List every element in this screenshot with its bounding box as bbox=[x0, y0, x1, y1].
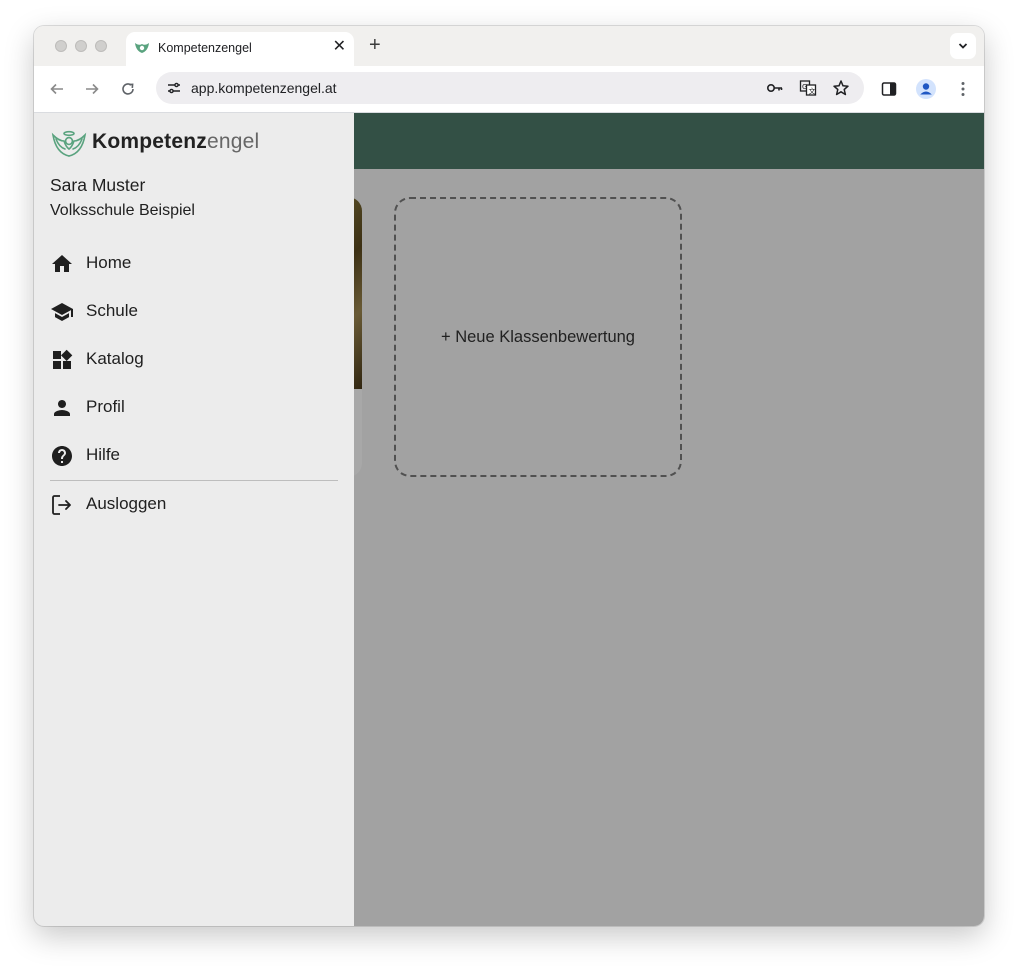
browser-tab[interactable]: Kompetenzengel ✕ bbox=[126, 32, 354, 66]
tab-strip: Kompetenzengel ✕ + bbox=[34, 26, 984, 66]
chevron-down-icon bbox=[958, 43, 968, 49]
more-menu-icon[interactable] bbox=[954, 80, 972, 98]
user-name: Sara Muster bbox=[50, 175, 146, 195]
logout-icon bbox=[52, 495, 71, 515]
close-window-button[interactable] bbox=[55, 40, 67, 52]
nav-item-schule[interactable]: Schule bbox=[50, 292, 338, 332]
new-tab-icon[interactable]: + bbox=[369, 35, 381, 55]
school-icon bbox=[51, 303, 73, 321]
angel-logo-icon bbox=[51, 130, 87, 157]
nav-item-label: Schule bbox=[86, 301, 138, 320]
navigation-drawer: Kompetenzengel Sara Muster Volksschule B… bbox=[34, 113, 354, 926]
side-panel-icon[interactable] bbox=[880, 80, 898, 98]
app-page: + Neue Klassenbewertung Kompetenzengel S… bbox=[34, 113, 984, 926]
tab-search-button[interactable] bbox=[950, 33, 976, 59]
nav-item-profil[interactable]: Profil bbox=[50, 388, 338, 428]
drawer-divider bbox=[50, 480, 338, 481]
translate-icon[interactable]: G 文 bbox=[799, 79, 817, 97]
back-icon[interactable] bbox=[48, 80, 66, 98]
nav-item-label: Katalog bbox=[86, 349, 144, 368]
svg-text:G: G bbox=[802, 83, 807, 91]
profile-avatar-icon[interactable] bbox=[916, 79, 936, 99]
site-settings-icon[interactable] bbox=[166, 80, 182, 96]
user-school: Volksschule Beispiel bbox=[50, 202, 195, 219]
nav-item-label: Profil bbox=[86, 397, 125, 416]
tab-close-icon[interactable]: ✕ bbox=[333, 38, 346, 56]
tab-title: Kompetenzengel bbox=[158, 41, 252, 55]
nav-item-katalog[interactable]: Katalog bbox=[50, 340, 338, 380]
bookmark-star-icon[interactable] bbox=[832, 79, 850, 97]
forward-icon[interactable] bbox=[83, 80, 101, 98]
reload-icon[interactable] bbox=[119, 80, 137, 98]
help-icon bbox=[52, 446, 72, 466]
browser-toolbar: app.kompetenzengel.at G 文 bbox=[34, 66, 984, 113]
logout-label: Ausloggen bbox=[86, 494, 167, 513]
nav-item-label: Hilfe bbox=[86, 445, 121, 464]
url-text: app.kompetenzengel.at bbox=[191, 80, 337, 96]
minimize-window-button[interactable] bbox=[75, 40, 87, 52]
home-icon bbox=[52, 255, 72, 272]
browser-window: Kompetenzengel ✕ + app.kompetenzengel.at… bbox=[34, 26, 984, 926]
key-icon[interactable] bbox=[766, 79, 784, 97]
nav-item-label: Home bbox=[86, 253, 132, 272]
brand-name: Kompetenzengel bbox=[92, 130, 259, 154]
maximize-window-button[interactable] bbox=[95, 40, 107, 52]
svg-text:文: 文 bbox=[809, 87, 816, 96]
favicon-icon bbox=[135, 43, 149, 53]
person-icon bbox=[54, 400, 70, 416]
widgets-icon bbox=[53, 349, 73, 369]
brand-name-light: engel bbox=[206, 130, 260, 153]
address-bar[interactable]: app.kompetenzengel.at G 文 bbox=[156, 72, 864, 104]
nav-item-home[interactable]: Home bbox=[50, 244, 338, 284]
nav-item-hilfe[interactable]: Hilfe bbox=[50, 436, 338, 476]
brand-name-bold: Kompetenz bbox=[92, 130, 207, 153]
nav-item-logout[interactable]: Ausloggen bbox=[50, 485, 338, 525]
